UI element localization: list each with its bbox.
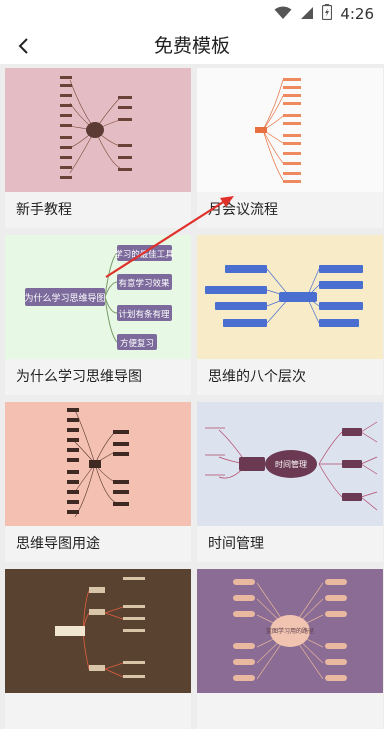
clock: 4:26 (340, 5, 374, 23)
template-card-mindmap-uses[interactable]: 思维导图用途 (5, 402, 191, 562)
template-card-why-mindmap[interactable]: 为什么学习思维导图 学习的最佳工具 有意学习效果 计划有条有理 方便复习 为什么… (5, 235, 191, 395)
template-title: 月会议流程 (208, 202, 278, 218)
branch-topic: 有意学习效果 (118, 278, 170, 289)
branch-topic: 学习的最佳工具 (114, 249, 174, 260)
center-topic: 蓝图学习用的路径 (266, 627, 314, 635)
template-title: 思维导图用途 (16, 536, 100, 552)
template-thumbnail: 时间管理 (197, 402, 383, 526)
template-title: 时间管理 (208, 536, 264, 552)
branch-topic: 计划有条有理 (118, 309, 170, 320)
template-title: 新手教程 (16, 202, 72, 218)
template-card-meeting-flow[interactable]: 月会议流程 (197, 68, 383, 228)
page-title: 免费模板 (153, 35, 230, 57)
template-thumbnail: 为什么学习思维导图 学习的最佳工具 有意学习效果 计划有条有理 方便复习 (5, 235, 191, 359)
signal-icon (300, 5, 314, 24)
template-thumbnail (5, 402, 191, 526)
center-topic: 时间管理 (275, 459, 307, 469)
template-thumbnail (5, 68, 191, 192)
branch-topic: 方便复习 (120, 338, 154, 349)
template-thumbnail: 蓝图学习用的路径 (197, 569, 383, 693)
template-title: 为什么学习思维导图 (16, 369, 142, 385)
template-thumbnail (197, 235, 383, 359)
wifi-icon (274, 5, 292, 24)
template-card-beginner-tutorial[interactable]: 新手教程 (5, 68, 191, 228)
template-title: 思维的八个层次 (208, 369, 306, 385)
template-card-eight-levels[interactable]: 思维的八个层次 (197, 235, 383, 395)
battery-charging-icon (322, 4, 333, 24)
template-card[interactable]: 蓝图学习用的路径 (197, 569, 383, 729)
app-header: 免费模板 (0, 28, 384, 64)
status-bar: 4:26 (0, 0, 384, 28)
template-card-time-management[interactable]: 时间管理 时间管理 (197, 402, 383, 562)
template-thumbnail (197, 68, 383, 192)
template-card[interactable] (5, 569, 191, 729)
center-topic: 为什么学习思维导图 (24, 292, 105, 304)
template-grid: 新手教程 月会议流程 为什么学习思维导图 学习的最佳工具 有意学习效果 计划有条… (0, 66, 384, 729)
template-thumbnail (5, 569, 191, 693)
